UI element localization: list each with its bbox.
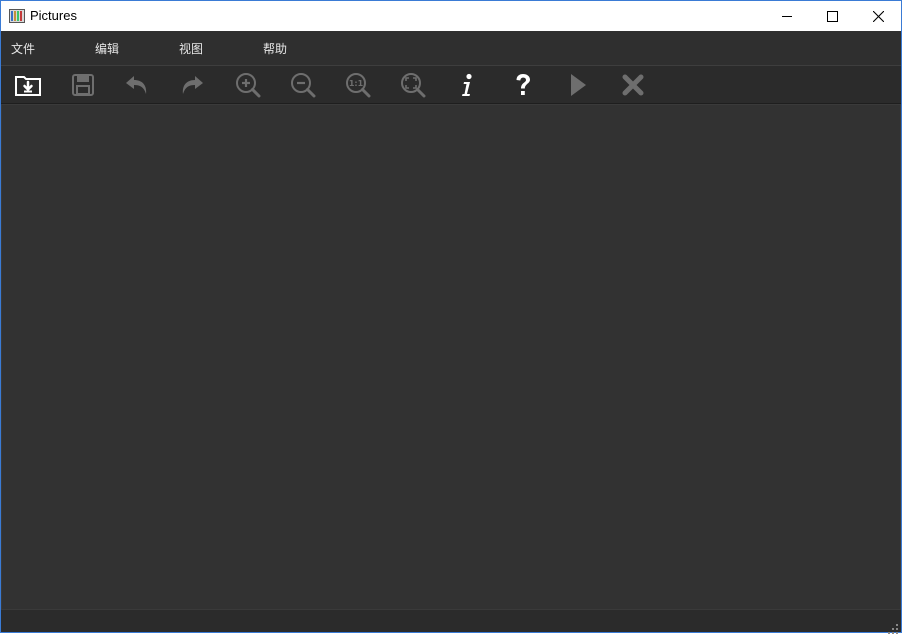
zoom-in-icon [235,72,261,98]
undo-button[interactable] [121,69,153,101]
close-icon [872,10,884,22]
slideshow-button[interactable] [562,69,594,101]
redo-icon [180,74,204,96]
window-title: Pictures [30,8,77,23]
fit-to-window-button[interactable] [397,69,429,101]
actual-size-icon: 1:1 [345,72,371,98]
actual-size-label: 1:1 [349,79,364,88]
open-folder-icon [15,74,41,96]
save-button[interactable] [67,69,99,101]
help-button[interactable] [507,69,539,101]
help-icon [514,73,532,97]
title-bar[interactable]: Pictures [1,1,901,31]
menu-edit[interactable]: 编辑 [95,40,119,57]
app-window: Pictures 文件 编辑 视图 帮助 1:1 [0,0,902,634]
zoom-out-icon [290,72,316,98]
delete-button[interactable] [617,69,649,101]
info-button[interactable] [451,69,483,101]
minimize-button[interactable] [764,1,810,31]
info-icon [459,73,475,97]
menu-view[interactable]: 视图 [179,40,203,57]
maximize-button[interactable] [809,1,855,31]
toolbar: 1:1 [1,66,901,104]
undo-icon [125,74,149,96]
picture-stack-icon [9,8,25,24]
maximize-icon [826,10,838,22]
resize-grip-icon[interactable] [888,619,898,634]
menu-bar: 文件 编辑 视图 帮助 [1,31,901,66]
menu-file[interactable]: 文件 [11,40,35,57]
redo-button[interactable] [176,69,208,101]
close-button[interactable] [855,1,901,31]
status-bar [1,610,901,634]
fit-to-window-icon [400,72,426,98]
open-button[interactable] [12,69,44,101]
play-icon [569,73,587,97]
delete-icon [622,74,644,96]
actual-size-button[interactable]: 1:1 [342,69,374,101]
save-icon [72,74,94,96]
menu-help[interactable]: 帮助 [263,40,287,57]
zoom-in-button[interactable] [232,69,264,101]
zoom-out-button[interactable] [287,69,319,101]
minimize-icon [782,11,792,21]
image-canvas[interactable] [1,104,901,610]
